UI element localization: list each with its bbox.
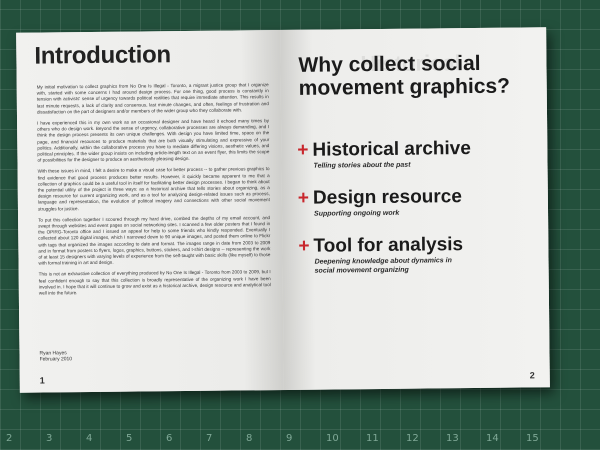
ruler-number: 10 bbox=[326, 433, 339, 444]
title-line: movement graphics? bbox=[298, 74, 511, 100]
ruler-number: 9 bbox=[286, 433, 293, 444]
item-heading: Design resource bbox=[312, 186, 462, 209]
ruler-number: 2 bbox=[6, 433, 13, 444]
plus-icon: + bbox=[298, 235, 310, 257]
plus-icon: + bbox=[297, 139, 309, 161]
item-subtitle: Supporting ongoing work bbox=[314, 209, 400, 218]
list-item: + Design resource Supporting ongoing work bbox=[298, 185, 538, 219]
paragraph: To put this collection together I scoure… bbox=[38, 214, 271, 266]
list-item: + Tool for analysis Deepening knowledge a… bbox=[298, 233, 538, 276]
ruler-number: 3 bbox=[46, 433, 53, 444]
ruler-number: 15 bbox=[526, 433, 539, 444]
paragraph: My initial motivation to collect graphic… bbox=[36, 82, 269, 115]
right-page: Historical Why collect social movement g… bbox=[280, 27, 550, 391]
ruler-number: 8 bbox=[246, 433, 253, 444]
item-heading: Tool for analysis bbox=[313, 234, 464, 257]
ruler-number: 12 bbox=[406, 433, 419, 444]
open-booklet: Introduction My initial motivation to co… bbox=[16, 27, 550, 393]
left-page: Introduction My initial motivation to co… bbox=[16, 30, 284, 393]
paragraph: I have experienced this in my own work a… bbox=[37, 118, 270, 163]
ruler-number: 6 bbox=[166, 433, 173, 444]
page-number: 1 bbox=[39, 375, 45, 386]
ruler-number: 7 bbox=[206, 433, 213, 444]
list-item: + Historical archive Telling stories abou… bbox=[297, 137, 537, 171]
ruler-number: 5 bbox=[126, 433, 133, 444]
body-text: My initial motivation to collect graphic… bbox=[37, 82, 271, 302]
page-title: Why collect social movement graphics? bbox=[298, 51, 528, 100]
author-date: February 2010 bbox=[39, 356, 73, 363]
item-heading: Historical archive bbox=[312, 138, 472, 161]
ruler-number: 13 bbox=[446, 433, 459, 444]
page-number: 2 bbox=[529, 370, 535, 381]
ruler-number: 11 bbox=[366, 433, 379, 444]
plus-icon: + bbox=[297, 187, 310, 209]
page-title: Introduction bbox=[34, 41, 171, 70]
paragraph: This is not an exhaustive collection of … bbox=[38, 269, 271, 296]
signature: Ryan Hayes February 2010 bbox=[39, 350, 72, 362]
ruler-number: 4 bbox=[86, 433, 93, 444]
ruler-number: 14 bbox=[486, 433, 499, 444]
paragraph: With these issues in mind, I felt a desi… bbox=[37, 166, 270, 212]
title-line: Why collect social bbox=[298, 51, 481, 77]
item-subtitle: Deepening knowledge about dynamics in so… bbox=[314, 257, 452, 275]
item-subtitle: Telling stories about the past bbox=[313, 161, 411, 170]
